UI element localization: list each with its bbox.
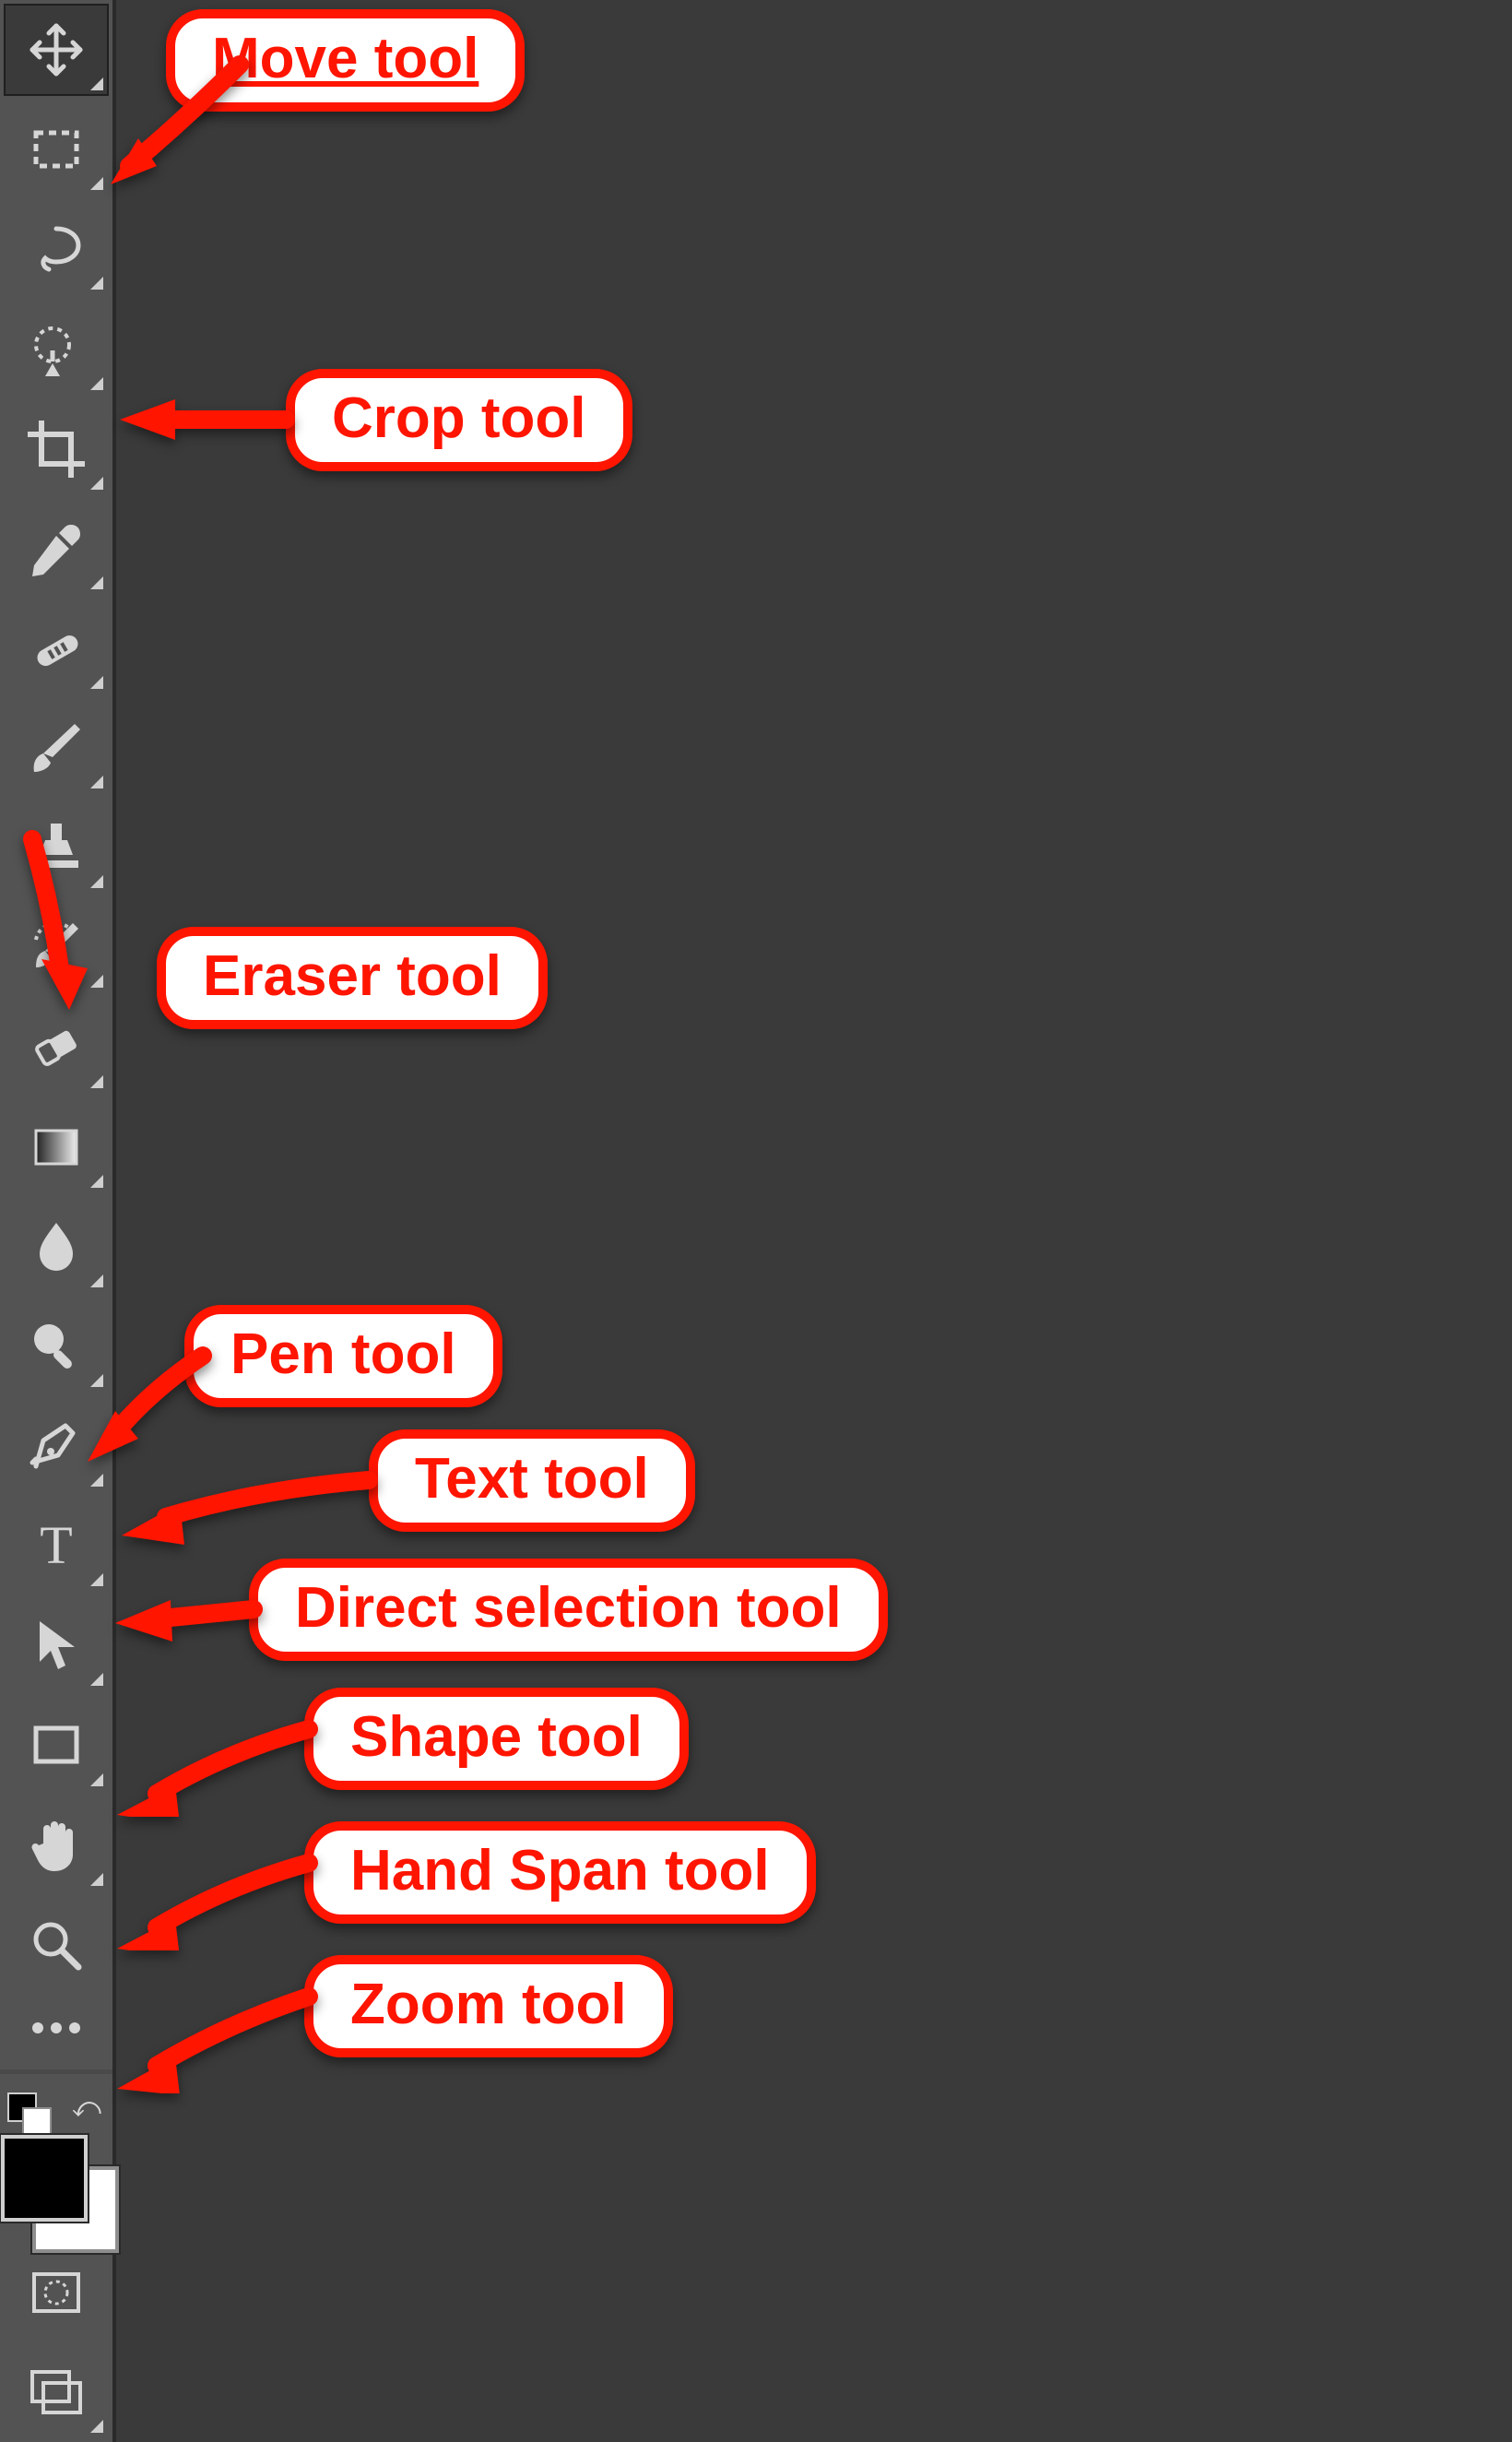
annotation-arrow-hand <box>106 1840 318 1950</box>
lasso-icon <box>27 219 86 279</box>
flyout-indicator <box>90 2420 103 2433</box>
annotation-arrow-eraser <box>0 830 106 1014</box>
zoom-tool[interactable] <box>6 1901 107 1989</box>
type-tool[interactable]: T <box>6 1501 107 1590</box>
color-swatches[interactable] <box>1 2135 112 2232</box>
quick-mask-icon <box>27 2263 86 2322</box>
shape-icon <box>27 1715 86 1774</box>
path-select-icon <box>27 1616 86 1675</box>
annotation-arrow-move <box>101 55 258 212</box>
flyout-indicator <box>90 1474 103 1487</box>
annotation-label-hand: Hand Span tool <box>304 1821 816 1924</box>
flyout-indicator <box>90 776 103 788</box>
annotation-arrow-zoom <box>106 1974 318 2093</box>
eraser-tool[interactable] <box>6 1002 107 1091</box>
eraser-icon <box>27 1017 86 1076</box>
swap-colors-icon: ⤺ <box>72 2092 101 2124</box>
annotation-arrow-shape <box>106 1706 318 1817</box>
flyout-indicator <box>90 1573 103 1586</box>
crop-icon <box>27 420 86 479</box>
marquee-tool[interactable] <box>6 105 107 194</box>
path-selection-tool[interactable] <box>6 1601 107 1689</box>
rectangle-shape-tool[interactable] <box>6 1701 107 1789</box>
screen-mode-icon <box>27 2363 86 2422</box>
type-icon: T <box>27 1516 86 1575</box>
annotation-label-direct-sel: Direct selection tool <box>249 1559 888 1661</box>
zoom-icon <box>27 1915 86 1974</box>
move-tool[interactable] <box>6 6 107 94</box>
annotation-label-text: Text tool <box>369 1429 695 1532</box>
ellipsis-icon <box>27 2013 86 2043</box>
flyout-indicator <box>90 576 103 589</box>
annotation-label-crop: Crop tool <box>286 369 632 471</box>
edit-toolbar-button[interactable] <box>6 2000 107 2057</box>
blur-icon <box>27 1217 86 1276</box>
annotation-label-pen: Pen tool <box>184 1305 502 1407</box>
annotation-arrow-direct-sel <box>106 1577 263 1651</box>
flyout-indicator <box>90 277 103 290</box>
healing-brush-tool[interactable] <box>6 604 107 693</box>
eyedropper-icon <box>27 519 86 578</box>
default-colors-button[interactable]: ⤺ <box>6 2091 107 2131</box>
flyout-indicator <box>90 1274 103 1287</box>
quick-select-icon <box>27 319 86 378</box>
flyout-indicator <box>90 1075 103 1088</box>
quick-mask-button[interactable] <box>6 2248 107 2337</box>
flyout-indicator <box>90 1175 103 1188</box>
annotation-label-eraser: Eraser tool <box>157 927 548 1029</box>
toolbar-separator <box>0 2069 112 2074</box>
hand-tool[interactable] <box>6 1801 107 1890</box>
annotation-label-shape: Shape tool <box>304 1688 689 1790</box>
flyout-indicator <box>90 676 103 689</box>
flyout-indicator <box>90 477 103 490</box>
brush-icon <box>27 718 86 777</box>
annotation-arrow-crop <box>111 383 295 456</box>
flyout-indicator <box>90 1873 103 1886</box>
screen-mode-button[interactable] <box>6 2348 107 2436</box>
hand-icon <box>27 1816 86 1875</box>
gradient-icon <box>27 1118 86 1177</box>
flyout-indicator <box>90 1673 103 1686</box>
foreground-color-swatch[interactable] <box>1 2135 88 2222</box>
flyout-indicator <box>90 1773 103 1786</box>
crop-tool[interactable] <box>6 405 107 493</box>
annotation-arrow-text <box>111 1452 378 1545</box>
quick-select-tool[interactable] <box>6 304 107 393</box>
gradient-tool[interactable] <box>6 1103 107 1191</box>
blur-tool[interactable] <box>6 1203 107 1291</box>
default-bg-mini <box>22 2107 52 2137</box>
brush-tool[interactable] <box>6 704 107 792</box>
eyedropper-tool[interactable] <box>6 504 107 593</box>
annotation-label-zoom: Zoom tool <box>304 1955 673 2057</box>
lasso-tool[interactable] <box>6 205 107 293</box>
annotation-arrow-pen <box>74 1337 221 1466</box>
healing-icon <box>27 619 86 678</box>
flyout-indicator <box>90 377 103 390</box>
toolbar: T ⤺ <box>0 0 116 2442</box>
move-icon <box>27 20 86 79</box>
marquee-icon <box>27 120 86 179</box>
